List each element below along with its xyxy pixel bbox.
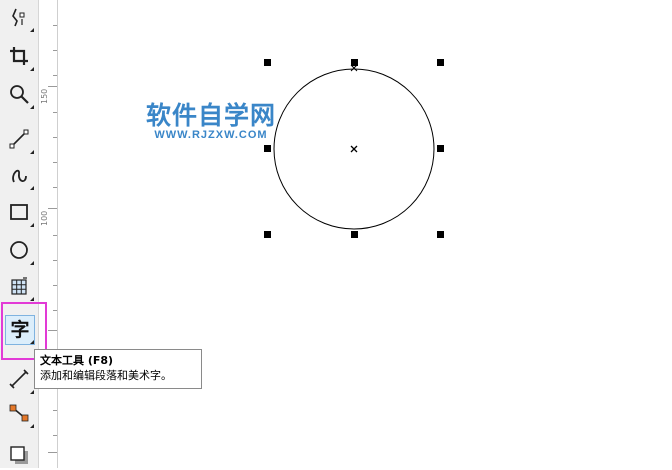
tooltip-description: 添加和编辑段落和美术字。 <box>40 369 172 382</box>
vertical-ruler[interactable]: 150 100 <box>39 0 58 468</box>
watermark: 软件自学网 WWW.RJZXW.COM <box>137 103 285 141</box>
dimension-icon <box>9 369 29 389</box>
ellipse-icon <box>10 241 28 259</box>
toolbox: 字 <box>0 0 39 468</box>
selection-handle-top[interactable] <box>351 59 358 66</box>
connector-icon <box>9 404 29 422</box>
smart-drawing-tool-button[interactable] <box>4 160 34 190</box>
crop-tool-button[interactable] <box>4 41 34 71</box>
graph-paper-icon <box>11 277 27 295</box>
selection-handle-bottom[interactable] <box>351 231 358 238</box>
graph-paper-tool-button[interactable] <box>4 271 34 301</box>
tooltip-title: 文本工具 (F8) <box>40 354 114 367</box>
freehand-line-icon <box>9 129 29 149</box>
crop-icon <box>10 47 28 65</box>
ruler-label-100: 100 <box>40 210 49 226</box>
ellipse-tool-button[interactable] <box>4 235 34 265</box>
selection-handle-bottom-left[interactable] <box>264 231 271 238</box>
selection-handle-top-right[interactable] <box>437 59 444 66</box>
rectangle-icon <box>10 204 28 220</box>
watermark-title: 软件自学网 <box>145 101 276 130</box>
zoom-tool-button[interactable] <box>4 79 34 109</box>
connector-tool-button[interactable] <box>4 398 34 428</box>
shape-node-icon <box>12 8 25 27</box>
magnifier-icon <box>10 85 29 104</box>
freehand-tool-button[interactable] <box>4 124 34 154</box>
text-tool-tooltip: 文本工具 (F8) 添加和编辑段落和美术字。 <box>34 349 202 389</box>
shape-tool-button[interactable] <box>4 2 34 32</box>
drop-shadow-icon <box>10 446 28 464</box>
drop-shadow-tool-button[interactable] <box>4 440 34 470</box>
selected-ellipse[interactable] <box>270 63 440 235</box>
watermark-url: WWW.RJZXW.COM <box>154 129 268 141</box>
dimension-tool-button[interactable] <box>4 364 34 394</box>
rectangle-tool-button[interactable] <box>4 197 34 227</box>
selection-handle-bottom-right[interactable] <box>437 231 444 238</box>
selection-handle-left[interactable] <box>264 145 271 152</box>
selection-handle-top-left[interactable] <box>264 59 271 66</box>
ruler-label-150: 150 <box>40 88 49 104</box>
selection-handle-right[interactable] <box>437 145 444 152</box>
curve-icon <box>12 169 27 183</box>
